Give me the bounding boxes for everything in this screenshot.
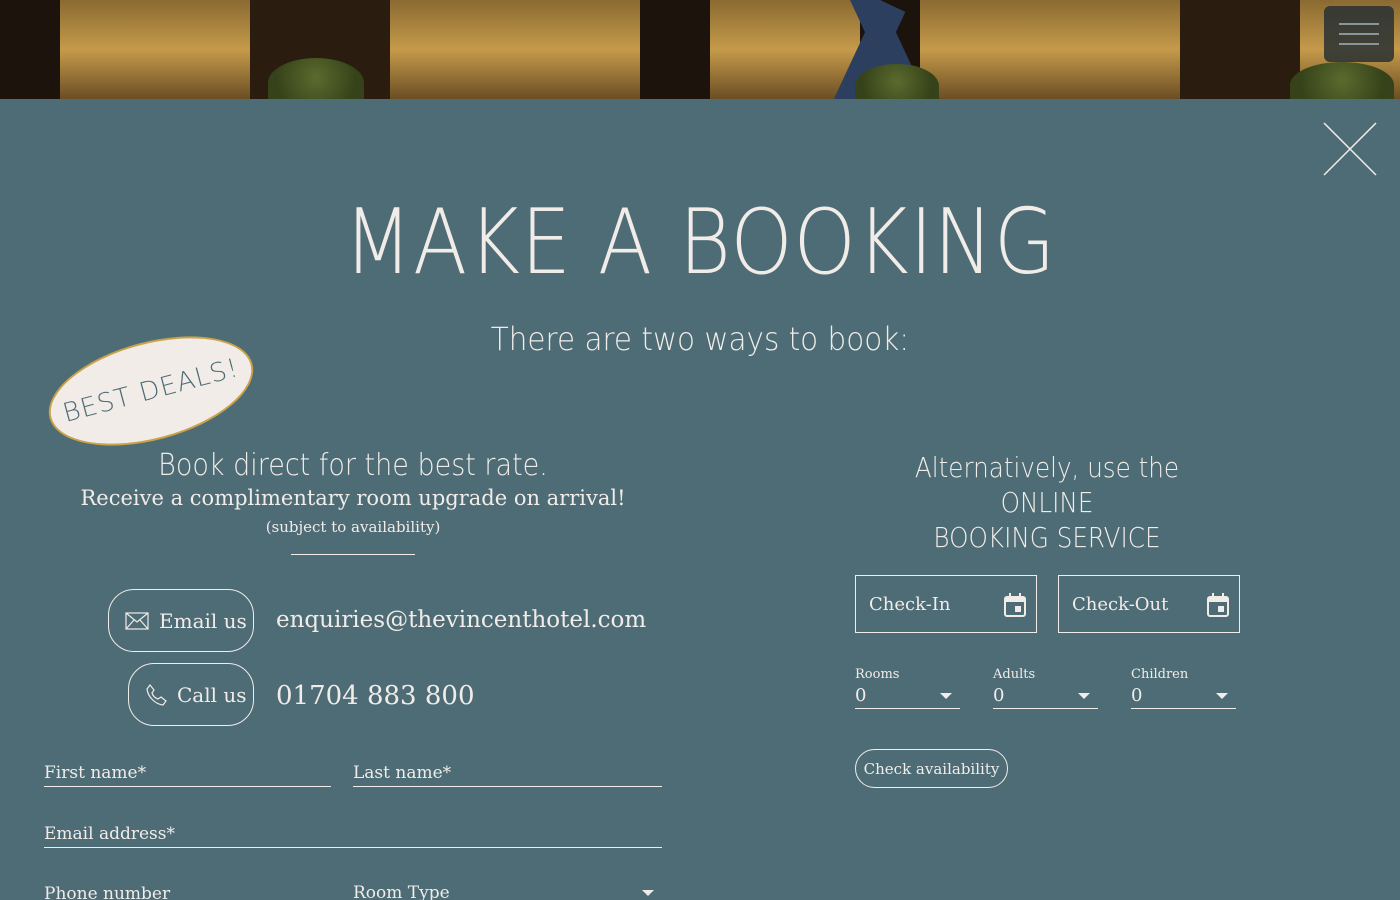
- last-name-field[interactable]: [353, 759, 662, 787]
- hero-image: [0, 0, 1400, 99]
- calendar-icon: [1207, 593, 1229, 617]
- children-label: Children: [1131, 667, 1189, 682]
- close-button[interactable]: [1322, 121, 1378, 177]
- rooms-dropdown[interactable]: 0: [855, 685, 960, 709]
- children-dropdown[interactable]: 0: [1131, 685, 1236, 709]
- envelope-icon: [125, 611, 149, 630]
- page-subtitle: There are two ways to book:: [490, 320, 910, 358]
- email-field[interactable]: [44, 820, 662, 848]
- room-type-label: Room Type: [353, 883, 450, 900]
- chevron-down-icon: [1216, 693, 1228, 699]
- phone-field[interactable]: [44, 880, 331, 900]
- first-name-field[interactable]: [44, 759, 331, 787]
- email-input[interactable]: [44, 820, 662, 847]
- hamburger-icon: [1339, 23, 1379, 25]
- close-icon: [1323, 122, 1377, 176]
- divider: [291, 554, 415, 555]
- check-out-label: Check-Out: [1072, 593, 1169, 615]
- children-select[interactable]: Children 0: [1131, 667, 1236, 709]
- call-us-button[interactable]: Call us: [128, 663, 254, 726]
- online-headline: Alternatively, use the ONLINE BOOKING SE…: [870, 450, 1224, 555]
- email-us-button[interactable]: Email us: [108, 589, 254, 652]
- phone-input[interactable]: [44, 880, 331, 900]
- email-us-label: Email us: [159, 608, 247, 633]
- phone-icon: [146, 683, 167, 706]
- check-in-field[interactable]: Check-In: [855, 575, 1037, 633]
- call-us-label: Call us: [177, 682, 247, 707]
- first-name-input[interactable]: [44, 759, 331, 786]
- chevron-down-icon: [642, 890, 654, 896]
- page-title: MAKE A BOOKING: [343, 190, 1057, 295]
- room-type-select[interactable]: Room Type: [353, 880, 662, 900]
- online-headline-line2: BOOKING SERVICE: [933, 521, 1161, 554]
- adults-value: 0: [993, 685, 1005, 706]
- calendar-icon: [1004, 593, 1026, 617]
- check-in-label: Check-In: [869, 593, 951, 615]
- badge-label: BEST DEALS!: [59, 353, 243, 429]
- chevron-down-icon: [940, 693, 952, 699]
- adults-select[interactable]: Adults 0: [993, 667, 1098, 709]
- rooms-select[interactable]: Rooms 0: [855, 667, 960, 709]
- rooms-value: 0: [855, 685, 867, 706]
- adults-label: Adults: [993, 667, 1036, 682]
- check-out-field[interactable]: Check-Out: [1058, 575, 1240, 633]
- availability-note: (subject to availability): [265, 518, 441, 536]
- children-value: 0: [1131, 685, 1143, 706]
- last-name-input[interactable]: [353, 759, 662, 786]
- check-availability-button[interactable]: Check availability: [855, 749, 1008, 788]
- menu-button[interactable]: [1324, 6, 1394, 62]
- online-headline-line1: Alternatively, use the ONLINE: [914, 451, 1180, 519]
- adults-dropdown[interactable]: 0: [993, 685, 1098, 709]
- email-address-link[interactable]: enquiries@thevincenthotel.com: [276, 607, 646, 633]
- phone-number-link[interactable]: 01704 883 800: [276, 681, 475, 711]
- rooms-label: Rooms: [855, 667, 900, 682]
- upgrade-text: Receive a complimentary room upgrade on …: [80, 486, 626, 510]
- chevron-down-icon: [1078, 693, 1090, 699]
- direct-headline: Book direct for the best rate.: [158, 448, 548, 483]
